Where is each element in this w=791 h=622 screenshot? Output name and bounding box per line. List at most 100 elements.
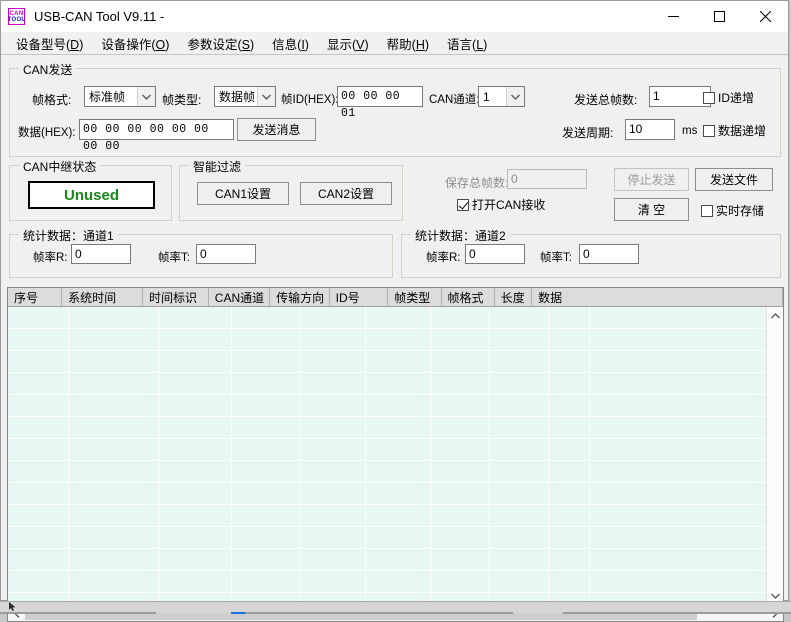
send-file-button[interactable]: 发送文件 bbox=[695, 168, 773, 191]
frame-type-label: 帧类型: bbox=[162, 93, 202, 107]
data-increment-checkbox[interactable]: 数据递增 bbox=[703, 122, 766, 139]
column-header-system-time[interactable]: 系统时间 bbox=[62, 288, 144, 306]
can-channel-select[interactable]: 1 bbox=[478, 86, 525, 107]
checkbox-box bbox=[701, 204, 713, 217]
stats-channel1-title: 统计数据：通道1 bbox=[19, 227, 118, 244]
checkbox-box bbox=[457, 198, 469, 211]
menu-item-info[interactable]: 信息(I) bbox=[263, 32, 318, 55]
menu-item-display[interactable]: 显示(V) bbox=[318, 32, 378, 55]
window-controls bbox=[650, 1, 788, 32]
grid-line-vertical bbox=[589, 307, 590, 604]
grid-line-horizontal bbox=[8, 548, 783, 549]
checkbox-box bbox=[703, 91, 715, 104]
window-title: USB-CAN Tool V9.11 - bbox=[34, 9, 165, 24]
column-header-timestamp[interactable]: 时间标识 bbox=[143, 288, 209, 306]
ch2-rate-r-value: 0 bbox=[465, 244, 525, 264]
ch1-rate-t-value: 0 bbox=[196, 244, 256, 264]
grid-line-horizontal bbox=[8, 350, 783, 351]
grid-line-horizontal bbox=[8, 438, 783, 439]
taskbar-segment bbox=[0, 612, 156, 614]
column-header-can-channel[interactable]: CAN通道 bbox=[208, 288, 271, 306]
column-header-direction[interactable]: 传输方向 bbox=[270, 288, 330, 306]
relay-status-value: Unused bbox=[28, 181, 155, 209]
data-hex-input[interactable]: 00 00 00 00 00 00 00 00 bbox=[79, 119, 234, 153]
frame-id-label: 帧ID(HEX): bbox=[281, 94, 339, 106]
realtime-save-checkbox[interactable]: 实时存储 bbox=[701, 202, 764, 219]
grid-line-horizontal bbox=[8, 416, 783, 417]
menu-item-language[interactable]: 语言(L) bbox=[438, 32, 496, 55]
column-header-id[interactable]: ID号 bbox=[329, 288, 389, 306]
id-increment-checkbox[interactable]: ID递增 bbox=[703, 89, 754, 106]
saved-frames-label: 保存总帧数: bbox=[445, 176, 509, 190]
column-header-frame-format[interactable]: 帧格式 bbox=[441, 288, 495, 306]
grid-line-horizontal bbox=[8, 504, 783, 505]
stop-send-button[interactable]: 停止发送 bbox=[614, 168, 689, 191]
application-window: CAN TOOL USB-CAN Tool V9.11 - 设备型号(D) 设备… bbox=[0, 0, 789, 622]
data-hex-label: 数据(HEX): bbox=[18, 127, 76, 139]
grid-line-horizontal bbox=[8, 482, 783, 483]
maximize-icon bbox=[713, 11, 725, 22]
relay-status-group-title: CAN中继状态 bbox=[19, 158, 101, 175]
send-message-button[interactable]: 发送消息 bbox=[237, 118, 316, 141]
send-period-input[interactable]: 10 bbox=[625, 119, 675, 140]
main-content: CAN发送 帧格式: 标准帧 帧类型: 数据帧 帧ID(HEX): 00 00 … bbox=[1, 55, 788, 622]
chevron-down-icon bbox=[137, 87, 155, 106]
total-frames-label: 发送总帧数: bbox=[574, 93, 638, 107]
saved-frames-value: 0 bbox=[507, 169, 587, 189]
data-increment-label: 数据递增 bbox=[718, 124, 767, 138]
column-header-data[interactable]: 数据 bbox=[532, 288, 783, 306]
menu-item-help[interactable]: 帮助(H) bbox=[378, 32, 438, 55]
taskbar-segment bbox=[243, 612, 513, 614]
grid-line-horizontal bbox=[8, 394, 783, 395]
frame-type-select[interactable]: 数据帧 bbox=[214, 86, 276, 107]
can-channel-label: CAN通道: bbox=[429, 94, 480, 106]
title-bar: CAN TOOL USB-CAN Tool V9.11 - bbox=[1, 1, 788, 32]
grid-line-horizontal bbox=[8, 328, 783, 329]
cursor-icon bbox=[9, 602, 16, 611]
app-icon-line2: TOOL bbox=[7, 16, 26, 23]
grid-line-vertical bbox=[430, 307, 431, 604]
column-header-index[interactable]: 序号 bbox=[8, 288, 63, 306]
close-button[interactable] bbox=[742, 1, 788, 32]
can-channel-value: 1 bbox=[483, 89, 490, 104]
minimize-button[interactable] bbox=[650, 1, 696, 32]
grid-line-vertical bbox=[231, 307, 232, 604]
grid-line-vertical bbox=[158, 307, 159, 604]
clear-button[interactable]: 清 空 bbox=[614, 198, 689, 221]
frame-format-label: 帧格式: bbox=[32, 93, 72, 107]
chevron-down-icon bbox=[506, 87, 524, 106]
scroll-up-icon bbox=[770, 312, 780, 318]
frame-id-input[interactable]: 00 00 00 01 bbox=[337, 86, 423, 120]
table-header-row: 序号 系统时间 时间标识 CAN通道 传输方向 ID号 帧类型 帧格式 长度 数… bbox=[8, 288, 783, 307]
can1-filter-settings-button[interactable]: CAN1设置 bbox=[197, 182, 289, 205]
can2-filter-settings-button[interactable]: CAN2设置 bbox=[300, 182, 392, 205]
menu-item-device-model[interactable]: 设备型号(D) bbox=[7, 32, 92, 55]
frame-format-select[interactable]: 标准帧 bbox=[84, 86, 156, 107]
can-send-group: CAN发送 bbox=[9, 61, 781, 157]
ch2-rate-t-value: 0 bbox=[579, 244, 639, 264]
ch1-rate-r-label: 帧率R: bbox=[33, 252, 68, 264]
taskbar-segment bbox=[563, 612, 791, 614]
realtime-save-label: 实时存储 bbox=[716, 204, 765, 218]
grid-line-horizontal bbox=[8, 592, 783, 593]
grid-line-horizontal bbox=[8, 570, 783, 571]
open-can-receive-checkbox[interactable]: 打开CAN接收 bbox=[457, 196, 545, 213]
grid-line-vertical bbox=[489, 307, 490, 604]
scroll-up-button[interactable] bbox=[767, 307, 784, 324]
total-frames-input[interactable]: 1 bbox=[649, 86, 711, 107]
open-can-receive-label: 打开CAN接收 bbox=[472, 198, 546, 212]
menu-item-device-operation[interactable]: 设备操作(O) bbox=[92, 32, 178, 55]
close-icon bbox=[759, 11, 771, 22]
grid-line-horizontal bbox=[8, 526, 783, 527]
maximize-button[interactable] bbox=[696, 1, 742, 32]
menu-item-parameter-settings[interactable]: 参数设定(S) bbox=[178, 32, 263, 55]
smart-filter-group-title: 智能过滤 bbox=[189, 158, 246, 175]
menu-bar: 设备型号(D) 设备操作(O) 参数设定(S) 信息(I) 显示(V) 帮助(H… bbox=[1, 32, 788, 55]
column-header-frame-type[interactable]: 帧类型 bbox=[388, 288, 442, 306]
table-vertical-scrollbar[interactable] bbox=[766, 307, 783, 604]
send-period-label: 发送周期: bbox=[562, 126, 614, 140]
grid-line-vertical bbox=[299, 307, 300, 604]
scroll-down-icon bbox=[770, 593, 780, 599]
app-icon: CAN TOOL bbox=[8, 8, 25, 25]
column-header-length[interactable]: 长度 bbox=[494, 288, 533, 306]
